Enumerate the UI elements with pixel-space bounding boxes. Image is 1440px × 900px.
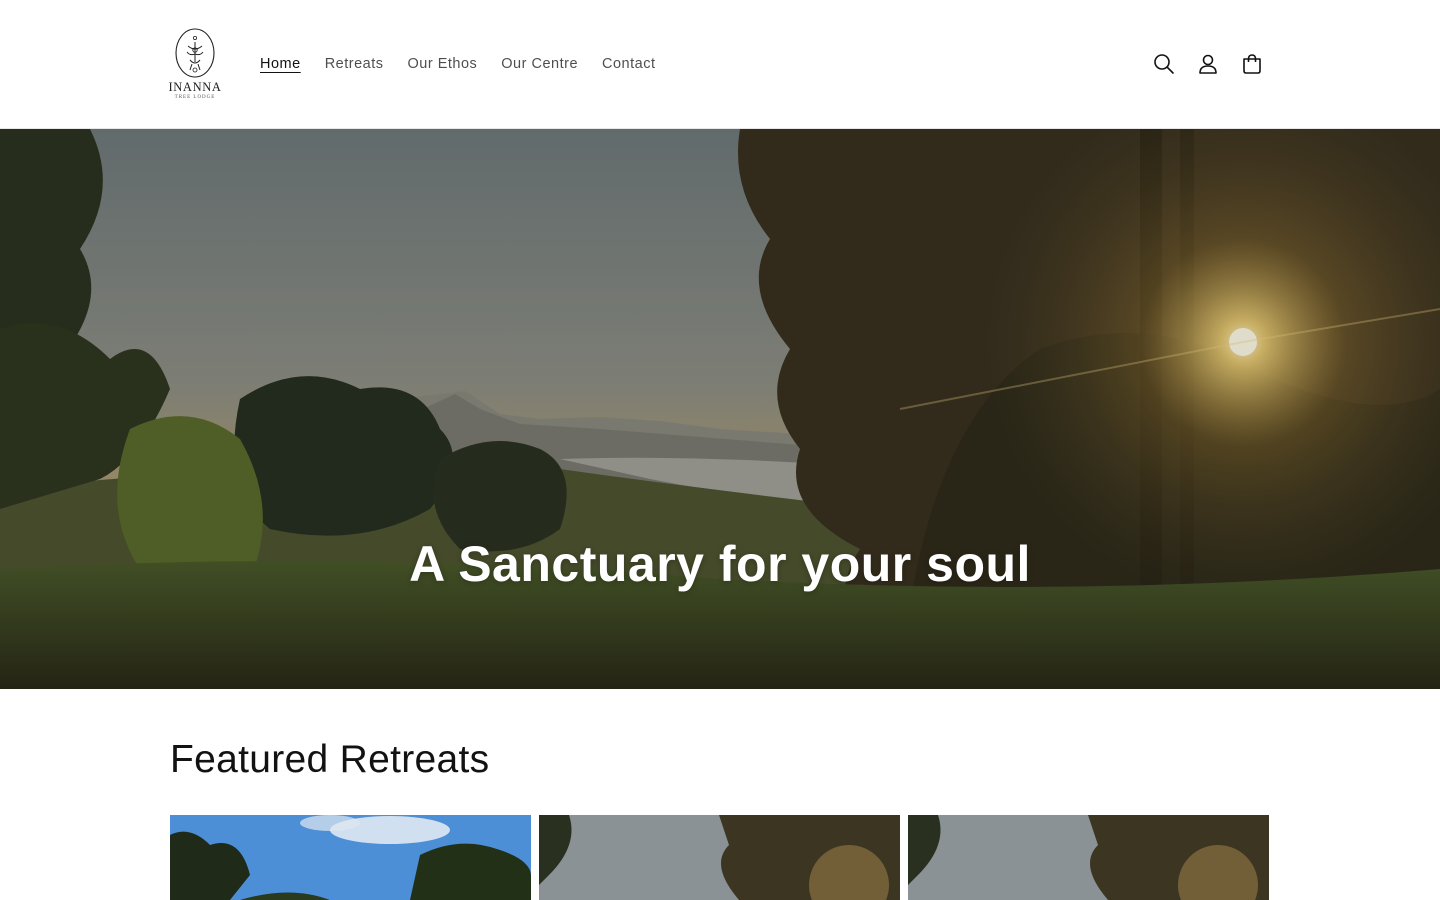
retreat-card-1[interactable] [170, 815, 531, 900]
featured-retreats-grid [170, 815, 1270, 900]
retreat-image-sunset-1 [539, 815, 900, 900]
logo-subtitle: TREE LODGE [174, 95, 216, 100]
cart-button[interactable] [1230, 42, 1274, 86]
logo-wordmark: INANNA [168, 80, 222, 94]
site-logo[interactable]: INANNA TREE LODGE [168, 26, 222, 104]
retreat-image-sunset-2 [908, 815, 1269, 900]
featured-retreats-heading: Featured Retreats [170, 738, 490, 781]
nav-item-our-ethos[interactable]: Our Ethos [396, 52, 490, 76]
site-header: INANNA TREE LODGE Home Retreats Our Etho… [0, 0, 1440, 129]
retreat-card-3[interactable] [908, 815, 1269, 900]
hero-landscape-image [0, 129, 1440, 689]
nav-item-home[interactable]: Home [248, 52, 313, 76]
cart-icon [1243, 54, 1261, 74]
account-button[interactable] [1186, 42, 1230, 86]
header-icons [1142, 42, 1274, 86]
hero-title: A Sanctuary for your soul [409, 536, 1031, 592]
main-nav: Home Retreats Our Ethos Our Centre Conta… [248, 52, 668, 76]
retreat-card-2[interactable] [539, 815, 900, 900]
account-icon [1199, 54, 1217, 74]
search-button[interactable] [1142, 42, 1186, 86]
retreat-image-blue-sky [170, 815, 531, 900]
hero-banner: A Sanctuary for your soul [0, 129, 1440, 689]
logo-emblem-icon [175, 28, 215, 78]
search-icon [1154, 54, 1174, 74]
nav-item-contact[interactable]: Contact [590, 52, 667, 76]
nav-item-our-centre[interactable]: Our Centre [489, 52, 590, 76]
nav-item-retreats[interactable]: Retreats [313, 52, 396, 76]
